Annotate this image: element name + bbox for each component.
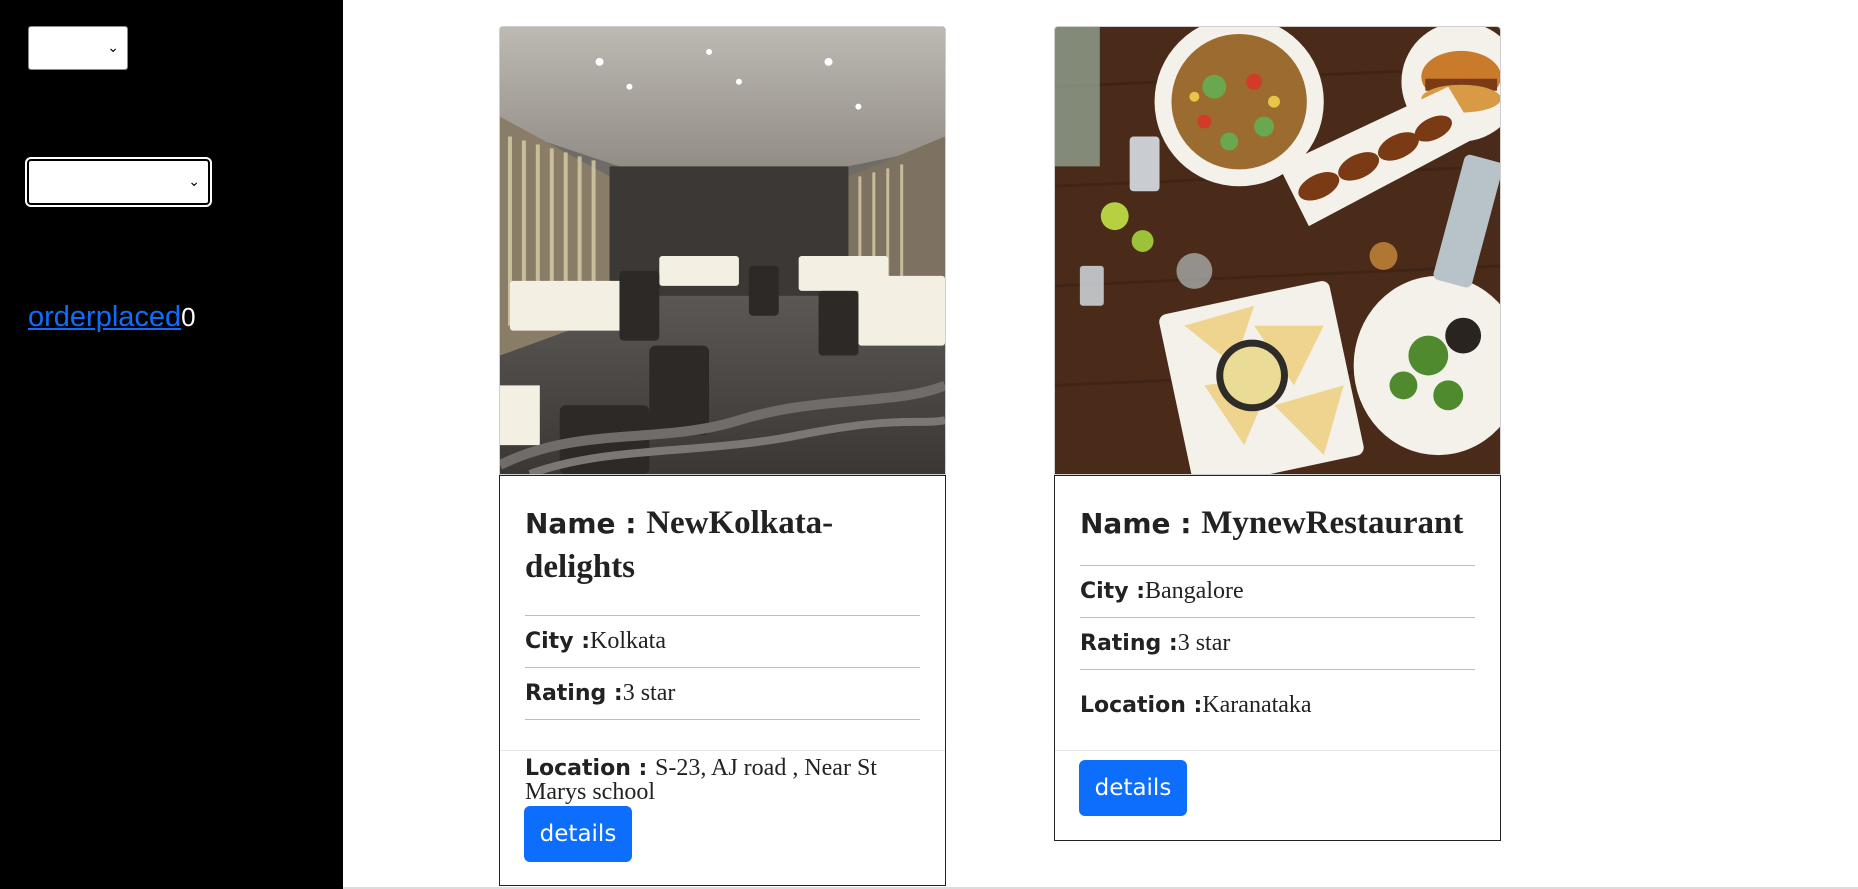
city-value: Kolkata (590, 628, 666, 654)
city-value: Bangalore (1145, 578, 1244, 604)
rating-label: Rating : (525, 681, 623, 706)
divider (1055, 750, 1500, 751)
orderplaced-link[interactable]: orderplaced (28, 301, 181, 333)
restaurant-card: Name : NewKolkata-delights City : Kolkat… (499, 26, 946, 886)
rating-value: 3 star (1177, 630, 1231, 656)
rating-label: Rating : (1080, 631, 1178, 656)
restaurant-image (499, 26, 946, 475)
city-row: City : Kolkata (525, 615, 920, 667)
name-label: Name : (525, 507, 647, 540)
location-value: Karanataka (1202, 691, 1312, 718)
name-value: MynewRestaurant (1201, 505, 1464, 541)
filter-select-large[interactable]: ⌄ (25, 157, 212, 207)
city-row: City : Bangalore (1080, 565, 1475, 617)
sidebar: ⌄ ⌄ orderplaced0 (0, 0, 343, 889)
location-label: Location : (1080, 692, 1203, 718)
restaurant-card: Name : MynewRestaurant City : Bangalore … (1054, 26, 1501, 841)
order-status: orderplaced0 (28, 301, 196, 334)
card-body: Name : NewKolkata-delights City : Kolkat… (499, 475, 946, 886)
city-label: City : (525, 629, 591, 654)
order-count: 0 (181, 302, 196, 332)
restaurant-image (1054, 26, 1501, 475)
details-button[interactable]: details (524, 806, 632, 862)
details-button[interactable]: details (1079, 760, 1187, 816)
restaurant-name: Name : NewKolkata-delights (500, 476, 945, 615)
location-row: Location : S-23, AJ road , Near St Marys… (525, 756, 920, 804)
card-body: Name : MynewRestaurant City : Bangalore … (1054, 475, 1501, 841)
restaurant-name: Name : MynewRestaurant (1055, 476, 1500, 565)
name-label: Name : (1080, 507, 1202, 540)
rating-row: Rating :3 star (525, 667, 920, 719)
location-label: Location : (525, 756, 655, 781)
chevron-down-icon: ⌄ (188, 174, 200, 190)
filter-select-small[interactable]: ⌄ (28, 26, 128, 70)
rating-value: 3 star (622, 680, 676, 706)
chevron-down-icon: ⌄ (107, 40, 119, 56)
rating-row: Rating :3 star (1080, 617, 1475, 669)
location-row: Location : Karanataka (1080, 669, 1475, 740)
city-label: City : (1080, 579, 1146, 604)
divider (500, 750, 945, 751)
